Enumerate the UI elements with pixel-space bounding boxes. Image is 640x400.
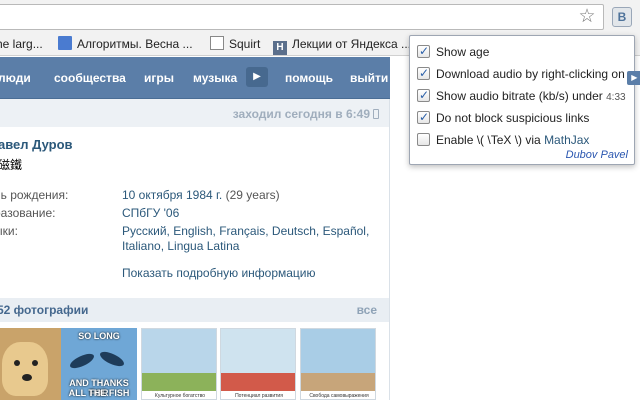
play-icon: ▶	[626, 71, 640, 85]
profile-name: авел Дуров	[0, 137, 73, 152]
birthday-value[interactable]: 10 октября 1984 г.	[122, 188, 222, 202]
habr-icon: H	[273, 41, 287, 55]
birthday-row: 10 октября 1984 г. (29 years)	[122, 188, 280, 202]
nav-help[interactable]: помощь	[285, 71, 333, 85]
dolphin-shape	[68, 350, 96, 372]
photos-title[interactable]: 52 фотографии	[0, 303, 88, 317]
option-label: Show age	[436, 45, 490, 59]
option-label: Do not block suspicious links	[436, 111, 590, 125]
page-icon	[210, 36, 224, 50]
education-label: разование:	[0, 206, 56, 220]
photo-thumb-poster-2[interactable]: Потенциал развития	[220, 328, 296, 400]
checkbox-audio-bitrate[interactable]	[417, 87, 430, 103]
star-icon[interactable]: ☆	[576, 6, 598, 28]
checkbox-suspicious-links[interactable]	[417, 109, 430, 125]
bookmark-item[interactable]: H Лекции от Яндекса ...	[273, 36, 412, 55]
option-suffix: 4:33	[606, 92, 626, 103]
bookmark-label: Алгоритмы. Весна ...	[77, 37, 193, 51]
nav-games[interactable]: игры	[144, 71, 174, 85]
poster-sky	[301, 329, 375, 373]
photos-bar: 52 фотографии все	[0, 298, 389, 322]
option-audio-bitrate[interactable]: Show audio bitrate (kb/s) under 4:33	[417, 87, 626, 106]
poster-caption: Потенциал развития	[221, 391, 295, 399]
nav-music[interactable]: музыка	[193, 71, 237, 85]
option-suspicious-links[interactable]: Do not block suspicious links	[417, 109, 590, 128]
author-link[interactable]: Dubov Pavel	[566, 149, 628, 161]
poster-caption: Культурное богатство	[142, 391, 216, 399]
photos-all-link[interactable]: все	[357, 303, 377, 317]
dolphin-shape	[98, 348, 126, 370]
last-seen: заходил сегодня в 6:49	[233, 107, 379, 121]
doge-eye	[32, 360, 38, 366]
birthday-label: нь рождения:	[0, 188, 69, 202]
doge-nose	[22, 374, 32, 381]
option-label: Download audio by right-clicking on	[436, 67, 625, 81]
option-download-audio[interactable]: Download audio by right-clicking on▶	[417, 65, 640, 85]
photo-thumb-poster-1[interactable]: Культурное богатство	[141, 328, 217, 400]
languages-value-2[interactable]: Italiano, Lingua Latina	[122, 239, 239, 253]
profile-subname: 磁鐵	[0, 158, 23, 172]
option-show-age[interactable]: Show age	[417, 43, 490, 62]
poster-ground	[142, 373, 216, 391]
nav-communities[interactable]: сообщества	[54, 71, 126, 85]
bookmark-item[interactable]: he larg...	[0, 36, 43, 52]
bookmark-label: he larg...	[0, 37, 43, 51]
last-seen-text: заходил сегодня в 6:49	[232, 107, 370, 121]
screen: ☆ B he larg... Алгоритмы. Весна ... Squi…	[0, 0, 640, 400]
vk-header: люди сообщества игры музыка ▶ помощь вый…	[0, 57, 390, 99]
poster-caption: Свобода самовыражения	[301, 391, 375, 399]
meme-top-text: SO LONG	[78, 331, 120, 341]
languages-value-1[interactable]: Русский, English, Français, Deutsch, Esp…	[122, 224, 369, 238]
status-bar: заходил сегодня в 6:49	[0, 99, 389, 127]
nav-people[interactable]: люди	[0, 71, 31, 85]
nav-logout[interactable]: выйти	[350, 71, 388, 85]
option-mathjax[interactable]: Enable \( \TeX \) via MathJax	[417, 132, 589, 150]
play-icon[interactable]: ▶	[246, 67, 268, 87]
bookmark-label: Squirt	[229, 37, 261, 51]
bookmark-label: Лекции от Яндекса ...	[292, 37, 412, 51]
checkbox-mathjax[interactable]	[417, 133, 430, 146]
bookmark-item[interactable]: Алгоритмы. Весна ...	[58, 36, 193, 52]
poster-ground	[221, 373, 295, 391]
poster-sky	[142, 329, 216, 373]
vk-extension-button[interactable]: B	[612, 7, 632, 27]
browser-toolbar: ☆ B	[0, 0, 640, 32]
address-bar[interactable]	[0, 4, 604, 30]
checkbox-show-age[interactable]	[417, 43, 430, 59]
doge-eye	[14, 360, 20, 366]
photo-thumb-poster-3[interactable]: Свобода самовыражения	[300, 328, 376, 400]
doge-face	[2, 342, 48, 396]
mathjax-link[interactable]: MathJax	[544, 133, 589, 147]
birthday-age: (29 years)	[225, 188, 280, 202]
poster-ground	[301, 373, 375, 391]
profile-panel: заходил сегодня в 6:49 авел Дуров 磁鐵 нь …	[0, 99, 390, 400]
poster-sky	[221, 329, 295, 373]
photo-thumb-dolphins[interactable]: SO LONG AND THANKS FOR ALL THE FISH	[61, 328, 137, 400]
option-label: Show audio bitrate (kb/s) under	[436, 89, 603, 103]
extension-popup: Show age Download audio by right-clickin…	[409, 35, 640, 165]
meme-bottom-text-2: ALL THE FISH	[68, 388, 130, 398]
education-value[interactable]: СПбГУ '06	[122, 206, 179, 220]
languages-label: ыки:	[0, 224, 18, 238]
more-info-link[interactable]: Показать подробную информацию	[122, 266, 316, 280]
photo-thumb-doge[interactable]	[0, 328, 70, 400]
option-label: Enable \( \TeX \) via	[436, 133, 541, 147]
document-icon	[58, 36, 72, 50]
phone-icon	[373, 109, 379, 119]
bookmark-item[interactable]: Squirt	[210, 36, 260, 52]
checkbox-download-audio[interactable]	[417, 65, 430, 81]
